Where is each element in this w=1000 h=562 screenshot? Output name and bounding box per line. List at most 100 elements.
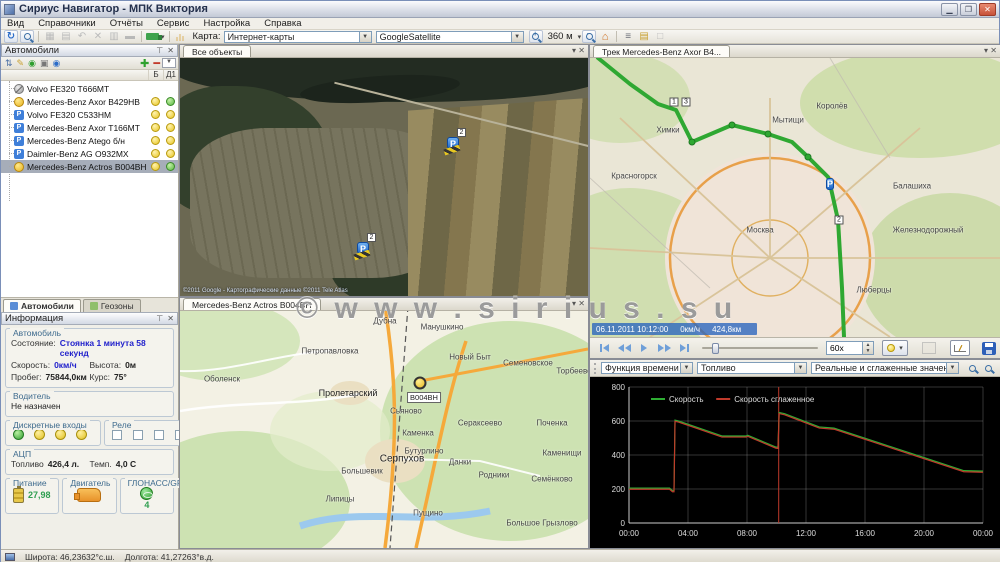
chevron-down-icon[interactable]: ▾ — [572, 299, 576, 308]
search-button[interactable] — [20, 30, 34, 43]
rows-button[interactable]: ▬ — [123, 30, 137, 43]
extra-toggle-button[interactable] — [922, 342, 936, 354]
track-point-marker[interactable]: 1 — [670, 98, 679, 107]
vehicle-row[interactable]: PMercedes-Benz Atego б/н — [1, 134, 178, 147]
menu-item-Вид[interactable]: Вид — [7, 18, 24, 29]
track-point-marker[interactable]: 3 — [682, 98, 691, 107]
bulb-icon — [887, 344, 895, 352]
close-icon[interactable]: ✕ — [167, 46, 174, 55]
satellite-map[interactable]: P2P2 ©2011 Google - Картографические дан… — [180, 58, 588, 296]
tab-track[interactable]: Трек Mercedes-Benz Axor B4... — [593, 45, 730, 57]
chevron-down-icon[interactable]: ▼ — [794, 363, 806, 373]
delete-button[interactable]: ✕ — [91, 30, 105, 43]
track-point-marker[interactable]: 2 — [835, 216, 844, 225]
rewind-button[interactable] — [614, 341, 634, 356]
tree-connector — [9, 153, 14, 154]
zoom-in-button[interactable] — [529, 30, 543, 43]
chart-zoom-out-button[interactable] — [981, 362, 995, 375]
menu-item-Отчёты[interactable]: Отчёты — [110, 18, 143, 29]
refresh-button[interactable]: ↻ — [4, 30, 18, 43]
minimize-button[interactable]: ▁ — [941, 3, 958, 16]
vehicle-marker[interactable] — [414, 377, 427, 390]
chart-mode-select[interactable]: Реальные и сглаженные значен▼ — [811, 362, 959, 374]
menu-item-Настройка[interactable]: Настройка — [203, 18, 250, 29]
vehicle-row[interactable]: PVolvo FE320 С533НМ — [1, 108, 178, 121]
save-button[interactable] — [982, 342, 996, 355]
chart-zoom-in-button[interactable] — [965, 362, 979, 375]
scale-value[interactable]: 360 м — [548, 31, 573, 42]
play-button[interactable] — [634, 341, 654, 356]
menu-item-Справка[interactable]: Справка — [264, 18, 301, 29]
chevron-down-icon[interactable]: ▼ — [511, 32, 523, 42]
menu-item-Справочники[interactable]: Справочники — [38, 18, 96, 29]
extra-button[interactable]: □ — [653, 30, 667, 43]
vehicles-toolbar: ⇅ ✎ ◉ ▣ ◉ ✚ ━ ▼ — [1, 57, 178, 70]
vehicle-row[interactable]: Mercedes-Benz Axor В429НВ — [1, 95, 178, 108]
grid-button[interactable]: ▤ — [59, 30, 73, 43]
globe-icon[interactable]: ◉ — [28, 58, 36, 69]
vehicle-row[interactable]: Mercedes-Benz Actros В004ВН — [1, 160, 178, 173]
map-layer-select[interactable]: GoogleSatellite ▼ — [376, 31, 524, 43]
vehicle-row[interactable]: Volvo FE320 Т666МТ — [1, 82, 178, 95]
relay-checkbox[interactable] — [112, 430, 122, 440]
tab-geozones[interactable]: Геозоны — [83, 299, 141, 312]
tab-all-objects[interactable]: Все объекты — [183, 45, 251, 57]
fuel-chart[interactable]: 020040060080000:0004:0008:0012:0016:0020… — [590, 377, 1000, 548]
chart-sensor-select[interactable]: Топливо▼ — [697, 362, 807, 374]
chevron-down-icon[interactable]: ▾ — [572, 46, 576, 55]
tab-actros-map[interactable]: Mercedes-Benz Actros В004ВН — [183, 298, 321, 310]
open-chart-button[interactable] — [950, 340, 970, 356]
tab-vehicles[interactable]: Автомобили — [3, 299, 81, 312]
fast-forward-button[interactable] — [654, 341, 674, 356]
relay-checkbox[interactable] — [133, 430, 143, 440]
close-icon[interactable]: ✕ — [578, 46, 585, 55]
chevron-down-icon[interactable]: ▾ — [578, 33, 582, 41]
add-vehicle-button[interactable]: ✚ — [140, 57, 149, 70]
vehicle-menu-button[interactable]: ▾ — [146, 30, 165, 43]
view-mode-button[interactable]: ▼ — [162, 58, 176, 68]
photo-icon[interactable]: ▣ — [40, 58, 49, 69]
close-icon[interactable]: ✕ — [167, 314, 174, 323]
table-button[interactable]: ▦ — [43, 30, 57, 43]
restore-button[interactable]: ❐ — [960, 3, 977, 16]
menu-item-Сервис[interactable]: Сервис — [157, 18, 190, 29]
slider-thumb[interactable] — [712, 343, 719, 354]
pin-icon[interactable]: ⊤ — [156, 314, 163, 323]
road-map[interactable]: ДубнаМанушкиноПетропавловкаНовый БытСеме… — [180, 311, 588, 548]
home-button[interactable]: ⌂ — [598, 30, 612, 43]
spinner-arrows[interactable]: ▲▼ — [862, 342, 873, 354]
undo-button[interactable]: ↶ — [75, 30, 89, 43]
speed-spinner[interactable]: 60x ▲▼ — [826, 341, 874, 355]
skip-start-button[interactable] — [594, 341, 614, 356]
chevron-down-icon[interactable]: ▾ — [984, 46, 988, 55]
close-icon[interactable]: ✕ — [578, 299, 585, 308]
object-cluster[interactable]: P2 — [447, 137, 459, 149]
parking-marker[interactable]: P — [826, 178, 834, 190]
notes-button[interactable]: ▤ — [637, 30, 651, 43]
relay-checkbox[interactable] — [154, 430, 164, 440]
d1-indicator — [163, 162, 178, 171]
skip-end-button[interactable] — [674, 341, 694, 356]
web-icon[interactable]: ◉ — [52, 58, 60, 69]
timeline-slider[interactable] — [702, 341, 818, 355]
map-source-select[interactable]: Интернет-карты ▼ — [224, 31, 372, 43]
track-map[interactable]: ХимкиМытищиКоролёвБалашихаЖелезнодорожны… — [590, 58, 1000, 337]
chevron-down-icon[interactable]: ▼ — [946, 363, 958, 373]
zoom-out-button[interactable] — [582, 30, 596, 43]
vehicle-row[interactable]: PMercedes-Benz Axor Т166МТ — [1, 121, 178, 134]
chevron-down-icon[interactable]: ▼ — [359, 32, 371, 42]
edit-icon[interactable]: ✎ — [17, 58, 25, 69]
close-button[interactable]: ✕ — [979, 3, 996, 16]
columns-button[interactable]: ▥ — [107, 30, 121, 43]
vehicle-row[interactable]: PDaimler-Benz AG О932МХ — [1, 147, 178, 160]
report-chart-button[interactable] — [174, 30, 188, 43]
remove-vehicle-button[interactable]: ━ — [153, 57, 160, 70]
chart-function-select[interactable]: Функция времени▼ — [601, 362, 693, 374]
object-cluster[interactable]: P2 — [357, 242, 369, 254]
pin-icon[interactable]: ⊤ — [156, 46, 163, 55]
sort-icon[interactable]: ⇅ — [5, 58, 13, 69]
highlight-button[interactable]: ▾ — [882, 340, 908, 356]
close-icon[interactable]: ✕ — [990, 46, 997, 55]
chevron-down-icon[interactable]: ▼ — [680, 363, 692, 373]
list-button[interactable]: ≡ — [621, 30, 635, 43]
